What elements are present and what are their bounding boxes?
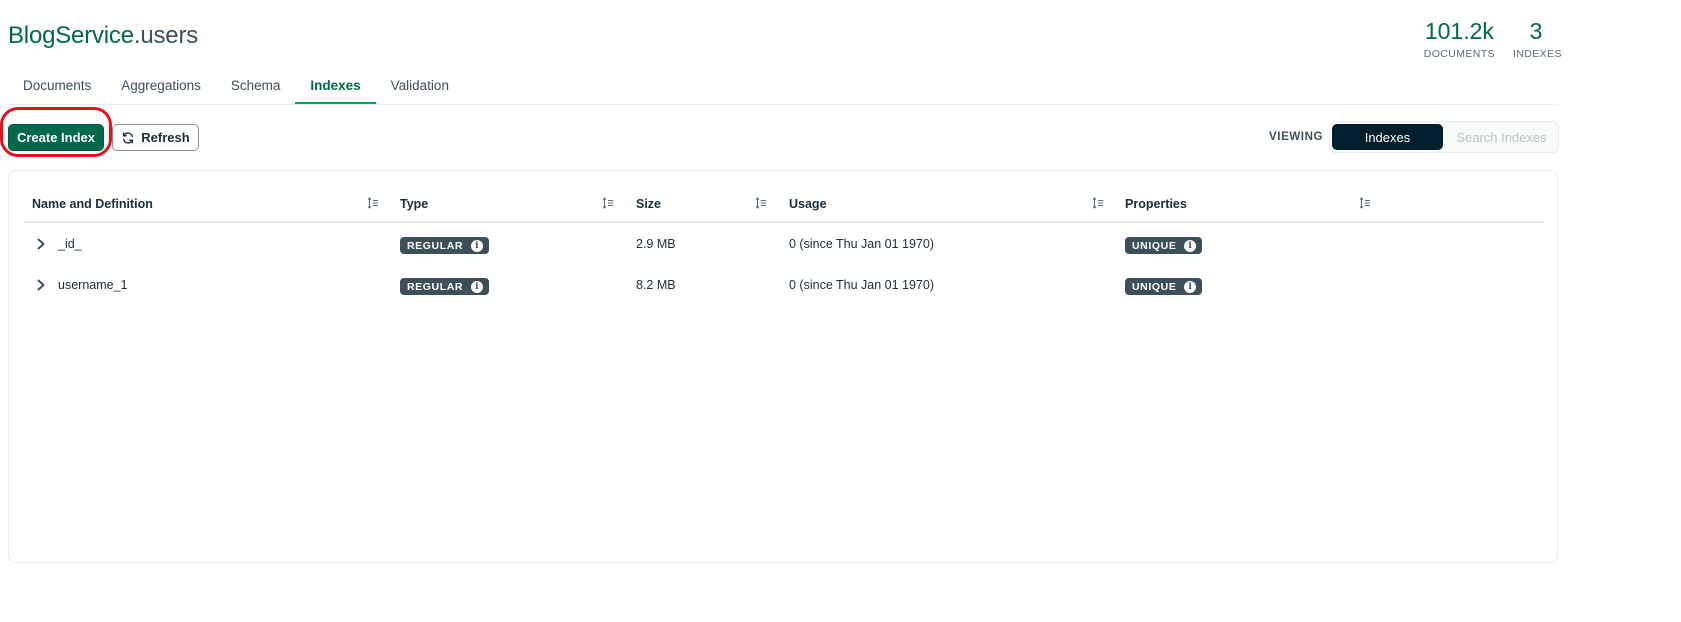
sort-icon[interactable] (367, 197, 379, 209)
database-name[interactable]: BlogService (8, 22, 134, 49)
column-header-properties: Properties (1125, 197, 1187, 211)
indexes-stat: 3 INDEXES (1513, 18, 1562, 60)
refresh-label: Refresh (141, 130, 190, 145)
info-icon[interactable]: i (1184, 239, 1197, 252)
tab-aggregations[interactable]: Aggregations (106, 70, 216, 105)
index-usage: 0 (since Thu Jan 01 1970) (789, 237, 935, 251)
refresh-icon (123, 131, 134, 144)
indexes-count: 3 (1529, 18, 1543, 44)
sort-icon[interactable] (1092, 197, 1104, 209)
indexes-table-panel: Name and Definition Type Size Usage Prop… (8, 170, 1558, 563)
tab-validation[interactable]: Validation (376, 70, 464, 105)
type-badge-label: REGULAR (407, 280, 464, 293)
view-option-search-indexes[interactable]: Search Indexes (1445, 124, 1558, 150)
tab-schema[interactable]: Schema (216, 70, 296, 105)
index-name: _id_ (58, 237, 82, 251)
type-badge-label: REGULAR (407, 239, 464, 252)
collection-tabs: Documents Aggregations Schema Indexes Va… (8, 70, 464, 105)
sort-icon[interactable] (1359, 197, 1371, 209)
info-icon[interactable]: i (471, 280, 484, 293)
view-option-indexes[interactable]: Indexes (1332, 124, 1443, 150)
sort-icon[interactable] (602, 197, 614, 209)
table-header: Name and Definition Type Size Usage Prop… (24, 191, 1544, 223)
type-badge: REGULAR i (400, 278, 490, 295)
namespace-title: BlogService.users (8, 22, 198, 50)
refresh-button[interactable]: Refresh (112, 124, 199, 151)
table-row[interactable]: _id_ REGULAR i 2.9 MB 0 (since Thu Jan 0… (24, 224, 1544, 265)
collection-header: BlogService.users 101.2k DOCUMENTS 3 IND… (0, 0, 1681, 110)
viewing-label: VIEWING (1269, 131, 1324, 143)
property-badge: UNIQUE i (1125, 237, 1203, 254)
info-icon[interactable]: i (1184, 280, 1197, 293)
index-name: username_1 (58, 278, 128, 292)
column-header-name: Name and Definition (32, 197, 153, 211)
property-badge-label: UNIQUE (1132, 280, 1177, 293)
column-header-usage: Usage (789, 197, 827, 211)
sort-icon[interactable] (755, 197, 767, 209)
info-icon[interactable]: i (471, 239, 484, 252)
chevron-right-icon[interactable] (36, 238, 46, 250)
property-badge: UNIQUE i (1125, 278, 1203, 295)
documents-count: 101.2k (1424, 18, 1494, 44)
index-usage: 0 (since Thu Jan 01 1970) (789, 278, 935, 292)
index-size: 2.9 MB (636, 237, 676, 251)
documents-label: DOCUMENTS (1423, 48, 1495, 60)
chevron-right-icon[interactable] (36, 279, 46, 291)
column-header-size: Size (636, 197, 662, 211)
create-index-button[interactable]: Create Index (8, 124, 104, 151)
index-size: 8.2 MB (636, 278, 676, 292)
table-row[interactable]: username_1 REGULAR i 8.2 MB 0 (since Thu… (24, 265, 1544, 306)
view-segmented-control: Indexes Search Indexes (1329, 121, 1559, 153)
column-header-type: Type (400, 197, 429, 211)
documents-stat: 101.2k DOCUMENTS (1424, 18, 1495, 60)
indexes-toolbar: Create Index Refresh VIEWING Indexes Sea… (0, 107, 1681, 158)
collection-name: .users (133, 22, 199, 49)
tab-documents[interactable]: Documents (8, 70, 106, 105)
type-badge: REGULAR i (400, 237, 490, 254)
indexes-label: INDEXES (1513, 48, 1562, 60)
property-badge-label: UNIQUE (1132, 239, 1177, 252)
tabs-divider (8, 104, 1558, 105)
tab-indexes[interactable]: Indexes (295, 70, 376, 105)
